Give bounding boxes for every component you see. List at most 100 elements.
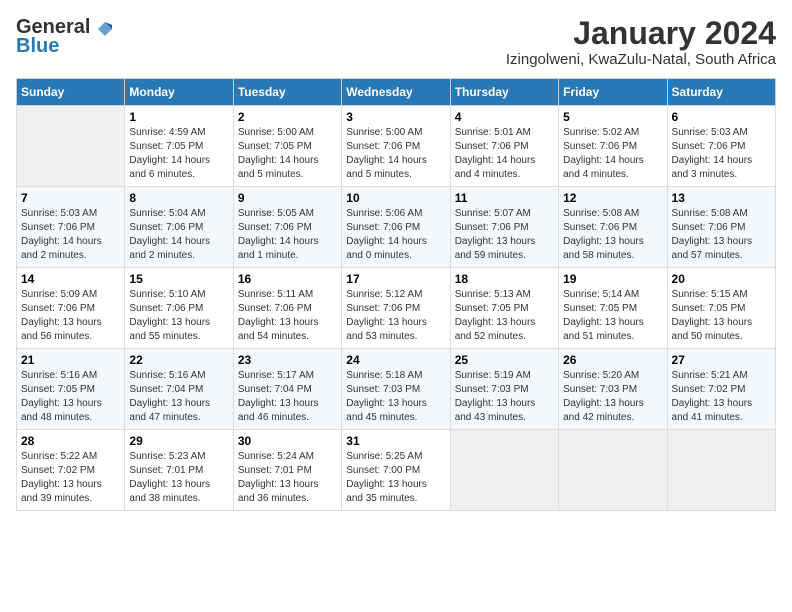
day-info: Sunrise: 5:21 AMSunset: 7:02 PMDaylight:… <box>672 369 771 425</box>
day-info: Sunrise: 5:00 AMSunset: 7:06 PMDaylight:… <box>346 126 445 182</box>
day-number: 28 <box>21 434 120 448</box>
calendar-cell: 18Sunrise: 5:13 AMSunset: 7:05 PMDayligh… <box>450 268 558 349</box>
day-number: 11 <box>455 191 554 205</box>
calendar-cell: 25 Sunrise: 5:19 AMSunset: 7:03 PMDayligh… <box>450 349 558 430</box>
day-info: Sunrise: 5:19 AMSunset: 7:03 PMDaylight:… <box>455 369 554 425</box>
day-number: 6 <box>672 110 771 124</box>
day-info: Sunrise: 5:00 AMSunset: 7:05 PMDaylight:… <box>238 126 337 182</box>
day-number: 17 <box>346 272 445 286</box>
calendar-cell: 2Sunrise: 5:00 AMSunset: 7:05 PMDaylight… <box>233 106 341 187</box>
header: General Blue January 2024 Izingolweni, K… <box>16 16 776 68</box>
calendar-cell: 17 Sunrise: 5:12 AMSunset: 7:06 PMDayligh… <box>342 268 450 349</box>
calendar-cell: 1 Sunrise: 4:59 AMSunset: 7:05 PMDaylight… <box>125 106 233 187</box>
day-header-saturday: Saturday <box>667 79 775 106</box>
day-number: 29 <box>129 434 228 448</box>
calendar-cell: 23Sunrise: 5:17 AMSunset: 7:04 PMDayligh… <box>233 349 341 430</box>
day-info: Sunrise: 5:01 AMSunset: 7:06 PMDaylight:… <box>455 126 554 182</box>
day-info: Sunrise: 5:05 AMSunset: 7:06 PMDaylight:… <box>238 207 337 263</box>
calendar-cell: 11 Sunrise: 5:07 AMSunset: 7:06 PMDayligh… <box>450 187 558 268</box>
day-info: Sunrise: 5:13 AMSunset: 7:05 PMDaylight:… <box>455 288 554 344</box>
day-number: 26 <box>563 353 662 367</box>
day-header-sunday: Sunday <box>17 79 125 106</box>
day-number: 7 <box>21 191 120 205</box>
day-info: Sunrise: 5:25 AMSunset: 7:00 PMDaylight:… <box>346 450 445 506</box>
day-info: Sunrise: 5:10 AMSunset: 7:06 PMDaylight:… <box>129 288 228 344</box>
calendar-cell: 20 Sunrise: 5:15 AMSunset: 7:05 PMDayligh… <box>667 268 775 349</box>
calendar-cell: 19 Sunrise: 5:14 AMSunset: 7:05 PMDayligh… <box>559 268 667 349</box>
day-info: Sunrise: 5:06 AMSunset: 7:06 PMDaylight:… <box>346 207 445 263</box>
day-number: 24 <box>346 353 445 367</box>
day-info: Sunrise: 5:04 AMSunset: 7:06 PMDaylight:… <box>129 207 228 263</box>
day-info: Sunrise: 5:16 AMSunset: 7:05 PMDaylight:… <box>21 369 120 425</box>
logo-general: General <box>16 16 90 38</box>
day-number: 12 <box>563 191 662 205</box>
day-header-tuesday: Tuesday <box>233 79 341 106</box>
day-info: Sunrise: 5:14 AMSunset: 7:05 PMDaylight:… <box>563 288 662 344</box>
calendar-cell: 4 Sunrise: 5:01 AMSunset: 7:06 PMDaylight… <box>450 106 558 187</box>
day-info: Sunrise: 5:22 AMSunset: 7:02 PMDaylight:… <box>21 450 120 506</box>
day-header-wednesday: Wednesday <box>342 79 450 106</box>
calendar-cell: 21 Sunrise: 5:16 AMSunset: 7:05 PMDayligh… <box>17 349 125 430</box>
day-info: Sunrise: 5:23 AMSunset: 7:01 PMDaylight:… <box>129 450 228 506</box>
day-info: Sunrise: 5:18 AMSunset: 7:03 PMDaylight:… <box>346 369 445 425</box>
calendar-cell: 15 Sunrise: 5:10 AMSunset: 7:06 PMDayligh… <box>125 268 233 349</box>
day-info: Sunrise: 4:59 AMSunset: 7:05 PMDaylight:… <box>129 126 228 182</box>
logo-icon <box>96 20 114 38</box>
calendar-cell: 26 Sunrise: 5:20 AMSunset: 7:03 PMDayligh… <box>559 349 667 430</box>
day-number: 31 <box>346 434 445 448</box>
day-number: 21 <box>21 353 120 367</box>
day-number: 1 <box>129 110 228 124</box>
calendar-table: SundayMondayTuesdayWednesdayThursdayFrid… <box>16 78 776 511</box>
calendar-cell: 24 Sunrise: 5:18 AMSunset: 7:03 PMDayligh… <box>342 349 450 430</box>
day-info: Sunrise: 5:15 AMSunset: 7:05 PMDaylight:… <box>672 288 771 344</box>
day-info: Sunrise: 5:03 AMSunset: 7:06 PMDaylight:… <box>21 207 120 263</box>
day-number: 20 <box>672 272 771 286</box>
day-number: 15 <box>129 272 228 286</box>
day-number: 22 <box>129 353 228 367</box>
day-number: 16 <box>238 272 337 286</box>
calendar-cell <box>559 430 667 511</box>
day-header-thursday: Thursday <box>450 79 558 106</box>
calendar-cell: 7 Sunrise: 5:03 AMSunset: 7:06 PMDaylight… <box>17 187 125 268</box>
day-info: Sunrise: 5:08 AMSunset: 7:06 PMDaylight:… <box>563 207 662 263</box>
day-info: Sunrise: 5:07 AMSunset: 7:06 PMDaylight:… <box>455 207 554 263</box>
calendar-cell: 5 Sunrise: 5:02 AMSunset: 7:06 PMDaylight… <box>559 106 667 187</box>
day-info: Sunrise: 5:02 AMSunset: 7:06 PMDaylight:… <box>563 126 662 182</box>
day-number: 25 <box>455 353 554 367</box>
day-number: 5 <box>563 110 662 124</box>
day-number: 8 <box>129 191 228 205</box>
month-title: January 2024 <box>506 16 776 51</box>
day-number: 14 <box>21 272 120 286</box>
calendar-cell: 28 Sunrise: 5:22 AMSunset: 7:02 PMDayligh… <box>17 430 125 511</box>
title-area: January 2024 Izingolweni, KwaZulu-Natal,… <box>506 16 776 68</box>
calendar-cell: 8 Sunrise: 5:04 AMSunset: 7:06 PMDaylight… <box>125 187 233 268</box>
day-info: Sunrise: 5:08 AMSunset: 7:06 PMDaylight:… <box>672 207 771 263</box>
day-number: 13 <box>672 191 771 205</box>
day-info: Sunrise: 5:20 AMSunset: 7:03 PMDaylight:… <box>563 369 662 425</box>
calendar-cell: 13 Sunrise: 5:08 AMSunset: 7:06 PMDayligh… <box>667 187 775 268</box>
calendar-cell: 31 Sunrise: 5:25 AMSunset: 7:00 PMDayligh… <box>342 430 450 511</box>
calendar-cell <box>450 430 558 511</box>
calendar-cell: 29 Sunrise: 5:23 AMSunset: 7:01 PMDayligh… <box>125 430 233 511</box>
day-header-monday: Monday <box>125 79 233 106</box>
day-info: Sunrise: 5:24 AMSunset: 7:01 PMDaylight:… <box>238 450 337 506</box>
day-number: 9 <box>238 191 337 205</box>
day-info: Sunrise: 5:12 AMSunset: 7:06 PMDaylight:… <box>346 288 445 344</box>
calendar-cell <box>667 430 775 511</box>
calendar-cell: 14Sunrise: 5:09 AMSunset: 7:06 PMDayligh… <box>17 268 125 349</box>
day-info: Sunrise: 5:17 AMSunset: 7:04 PMDaylight:… <box>238 369 337 425</box>
day-number: 3 <box>346 110 445 124</box>
day-number: 19 <box>563 272 662 286</box>
calendar-cell: 6Sunrise: 5:03 AMSunset: 7:06 PMDaylight… <box>667 106 775 187</box>
day-info: Sunrise: 5:11 AMSunset: 7:06 PMDaylight:… <box>238 288 337 344</box>
calendar-cell: 12 Sunrise: 5:08 AMSunset: 7:06 PMDayligh… <box>559 187 667 268</box>
calendar-cell: 10 Sunrise: 5:06 AMSunset: 7:06 PMDayligh… <box>342 187 450 268</box>
calendar-cell: 9 Sunrise: 5:05 AMSunset: 7:06 PMDaylight… <box>233 187 341 268</box>
day-number: 4 <box>455 110 554 124</box>
day-number: 10 <box>346 191 445 205</box>
day-number: 27 <box>672 353 771 367</box>
day-info: Sunrise: 5:16 AMSunset: 7:04 PMDaylight:… <box>129 369 228 425</box>
day-header-friday: Friday <box>559 79 667 106</box>
calendar-cell <box>17 106 125 187</box>
calendar-cell: 30Sunrise: 5:24 AMSunset: 7:01 PMDayligh… <box>233 430 341 511</box>
